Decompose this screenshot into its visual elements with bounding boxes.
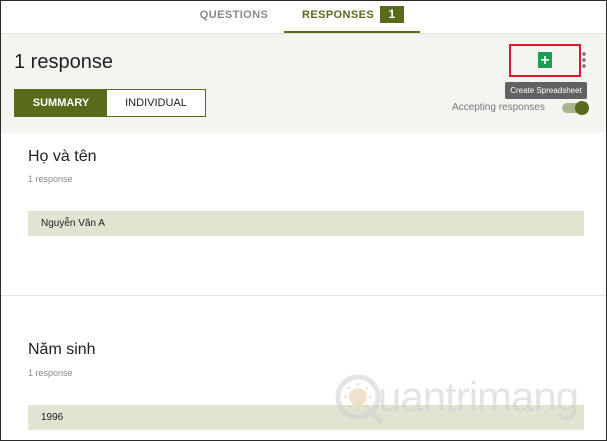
forms-responses-screen: QUESTIONS RESPONSES 1 1 response SUMMARY… xyxy=(0,0,607,441)
response-count-title: 1 response xyxy=(14,51,113,73)
tab-questions[interactable]: QUESTIONS xyxy=(199,1,269,31)
create-spreadsheet-tooltip: Create Spreadsheet xyxy=(505,82,587,99)
question-title: Họ và tên xyxy=(28,148,97,165)
tab-responses[interactable]: RESPONSES 1 xyxy=(284,1,420,33)
answer-row: Nguyễn Văn A xyxy=(28,211,584,236)
toggle-thumb xyxy=(575,101,589,115)
watermark: uantrimang xyxy=(334,369,594,429)
spreadsheet-plus-icon xyxy=(538,52,552,68)
view-toggle: SUMMARY INDIVIDUAL xyxy=(14,89,206,117)
individual-button[interactable]: INDIVIDUAL xyxy=(107,90,205,116)
responses-header: 1 response SUMMARY INDIVIDUAL Create Spr… xyxy=(1,33,606,134)
question-title: Năm sinh xyxy=(28,341,96,358)
summary-button[interactable]: SUMMARY xyxy=(15,90,107,116)
accepting-responses-toggle[interactable] xyxy=(562,101,590,115)
more-vert-icon[interactable] xyxy=(581,51,587,69)
watermark-text: uantrimang xyxy=(378,373,579,420)
question-response-count: 1 response xyxy=(28,368,73,378)
tab-responses-label: RESPONSES xyxy=(302,9,375,21)
create-spreadsheet-button[interactable] xyxy=(509,44,581,77)
accepting-responses-label: Accepting responses xyxy=(452,102,545,113)
question-card: Họ và tên 1 response Nguyễn Văn A xyxy=(1,133,606,296)
responses-count-badge: 1 xyxy=(380,6,404,23)
question-response-count: 1 response xyxy=(28,174,73,184)
top-tabs: QUESTIONS RESPONSES 1 xyxy=(1,1,606,33)
